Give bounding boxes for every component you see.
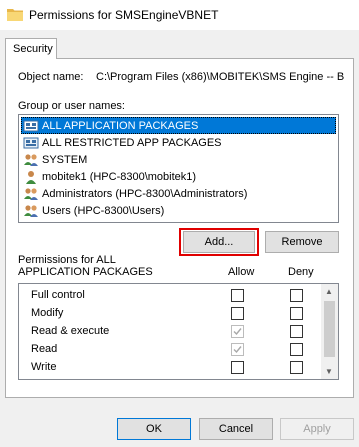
list-item[interactable]: mobitek1 (HPC-8300\mobitek1)	[21, 168, 336, 185]
tab-security-label: Security	[13, 43, 53, 55]
permissions-list: Full control Modify Read & execute Read …	[18, 283, 339, 380]
users-group-icon	[24, 187, 38, 200]
permission-label: Write	[31, 361, 57, 373]
list-item-label: ALL RESTRICTED APP PACKAGES	[42, 136, 222, 149]
tab-security[interactable]: Security	[5, 38, 57, 59]
permission-row: Full control	[19, 286, 319, 304]
list-item[interactable]: Administrators (HPC-8300\Administrators)	[21, 185, 336, 202]
permission-row: Read & execute	[19, 322, 319, 340]
permissions-title-line2: APPLICATION PACKAGES	[18, 266, 153, 278]
deny-checkbox[interactable]	[290, 307, 303, 320]
deny-checkbox[interactable]	[290, 361, 303, 374]
allow-checkbox[interactable]	[231, 361, 244, 374]
permission-row: Write	[19, 358, 319, 376]
permission-label: Read	[31, 343, 58, 355]
object-name-label: Object name:	[18, 71, 84, 83]
list-item-label: Administrators (HPC-8300\Administrators)	[42, 187, 248, 200]
permission-row: Modify	[19, 304, 319, 322]
users-group-icon	[24, 153, 38, 166]
ok-button[interactable]: OK	[117, 418, 191, 440]
permissions-title-line1: Permissions for ALL	[18, 254, 116, 266]
scroll-up-icon[interactable]: ▲	[325, 287, 333, 296]
permission-label: Full control	[31, 289, 85, 301]
list-item-label: ALL APPLICATION PACKAGES	[42, 119, 199, 132]
list-item[interactable]: ALL RESTRICTED APP PACKAGES	[21, 134, 336, 151]
permission-row-partial	[19, 376, 319, 380]
folder-icon	[7, 9, 23, 21]
deny-column-header: Deny	[288, 266, 314, 278]
checkmark-icon	[233, 328, 242, 336]
title-bar: Permissions for SMSEngineVBNET	[0, 0, 359, 30]
allow-checkbox[interactable]	[231, 289, 244, 302]
remove-button[interactable]: Remove	[265, 231, 339, 253]
package-group-icon	[23, 120, 39, 131]
window-title: Permissions for SMSEngineVBNET	[29, 8, 219, 22]
add-button-highlight	[179, 228, 259, 256]
list-item[interactable]: Users (HPC-8300\Users)	[21, 202, 336, 219]
allow-checkbox	[231, 325, 244, 338]
group-user-list[interactable]: ALL APPLICATION PACKAGES ALL RESTRICTED …	[18, 114, 339, 223]
scroll-thumb[interactable]	[324, 301, 335, 357]
list-item[interactable]: SYSTEM	[21, 151, 336, 168]
allow-checkbox[interactable]	[231, 307, 244, 320]
permission-row: Read	[19, 340, 319, 358]
apply-button[interactable]: Apply	[280, 418, 354, 440]
list-item-label: mobitek1 (HPC-8300\mobitek1)	[42, 170, 197, 183]
list-item-label: SYSTEM	[42, 153, 88, 166]
group-list-label: Group or user names:	[18, 100, 125, 112]
list-item-label: Users (HPC-8300\Users)	[42, 204, 165, 217]
list-item[interactable]: ALL APPLICATION PACKAGES	[21, 117, 336, 134]
cancel-button[interactable]: Cancel	[199, 418, 273, 440]
allow-checkbox	[231, 343, 244, 356]
deny-checkbox[interactable]	[290, 379, 303, 380]
allow-checkbox	[231, 379, 244, 380]
allow-column-header: Allow	[228, 266, 255, 278]
permission-label: Modify	[31, 307, 64, 319]
checkmark-icon	[233, 346, 242, 354]
deny-checkbox[interactable]	[290, 325, 303, 338]
scroll-down-icon[interactable]: ▼	[325, 367, 333, 376]
permissions-scrollbar[interactable]: ▲ ▼	[321, 284, 338, 379]
users-group-icon	[24, 204, 38, 217]
package-group-icon	[23, 137, 39, 148]
permission-label: Read & execute	[31, 325, 110, 337]
user-icon	[26, 170, 36, 184]
deny-checkbox[interactable]	[290, 289, 303, 302]
object-name-value: C:\Program Files (x86)\MOBITEK\SMS Engin…	[96, 71, 345, 83]
deny-checkbox[interactable]	[290, 343, 303, 356]
